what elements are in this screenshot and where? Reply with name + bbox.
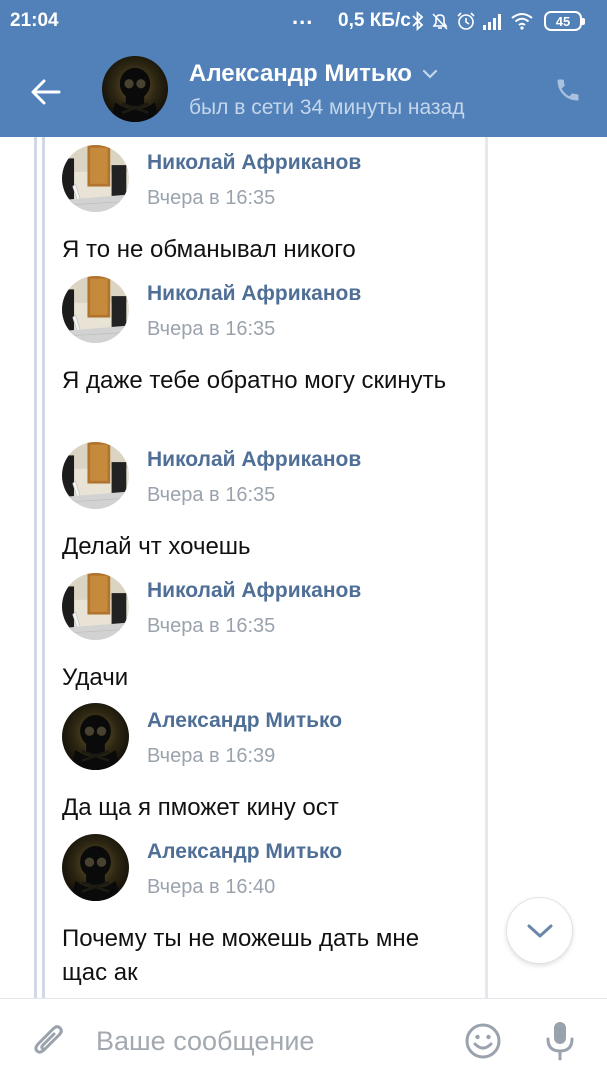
message-time: Вчера в 16:35 [147, 318, 276, 340]
message-text: Делай чт хочешь [62, 533, 251, 560]
last-seen-status: был в сети 34 минуты назад [189, 96, 465, 119]
forwarded-indicator [34, 137, 45, 998]
message-author[interactable]: Николай Африканов [147, 151, 361, 175]
battery-icon: 45 [544, 11, 585, 31]
message-text: Я даже тебе обратно могу скинуть [62, 367, 447, 394]
message-divider [485, 137, 488, 998]
emoji-icon [465, 1023, 501, 1059]
alarm-icon [457, 12, 475, 30]
message-time: Вчера в 16:40 [147, 876, 276, 898]
avatar[interactable] [62, 834, 129, 901]
attach-button[interactable] [28, 1019, 70, 1063]
message-time: Вчера в 16:35 [147, 615, 276, 637]
scroll-to-bottom-button[interactable] [506, 897, 573, 964]
call-button[interactable] [548, 70, 588, 110]
avatar[interactable] [62, 703, 129, 770]
chevron-down-icon [527, 924, 552, 937]
bluetooth-icon [412, 11, 424, 31]
message-list[interactable]: Николай Африканов Вчера в 16:35 Я то не … [0, 137, 607, 998]
signal-icon [483, 14, 501, 30]
message-input[interactable] [96, 1019, 436, 1063]
status-dots: ... [292, 4, 314, 29]
back-arrow-icon [31, 79, 61, 105]
message-time: Вчера в 16:35 [147, 484, 276, 506]
message-time: Вчера в 16:35 [147, 187, 276, 209]
message-composer [0, 998, 607, 1080]
status-icons: 45 [412, 8, 585, 34]
avatar[interactable] [62, 573, 129, 640]
message-text: Я то не обманывал никого [62, 236, 356, 263]
message-author[interactable]: Николай Африканов [147, 282, 361, 306]
status-time: 21:04 [10, 10, 59, 31]
message-text: Да ща я пможет кину ост [62, 794, 339, 821]
contact-name[interactable]: Александр Митько [189, 60, 438, 88]
back-button[interactable] [24, 70, 68, 114]
network-speed: 0,5 КБ/с [338, 10, 411, 31]
mute-icon [432, 13, 448, 30]
status-bar: 21:04 ... 0,5 КБ/с 45 [0, 0, 607, 42]
avatar[interactable] [62, 276, 129, 343]
chevron-down-icon [422, 69, 438, 79]
battery-level: 45 [555, 13, 571, 29]
paperclip-icon [34, 1025, 63, 1054]
avatar[interactable] [62, 145, 129, 212]
message-author[interactable]: Александр Митько [147, 840, 342, 864]
phone-icon [557, 79, 579, 101]
contact-name-label: Александр Митько [189, 60, 412, 87]
message-text: Почему ты не можешь дать мне щас ак [62, 925, 420, 986]
voice-message-button[interactable] [539, 1017, 581, 1065]
message-author[interactable]: Николай Африканов [147, 448, 361, 472]
contact-avatar[interactable] [102, 56, 168, 122]
wifi-icon [511, 13, 533, 30]
emoji-button[interactable] [462, 1019, 504, 1063]
message-author[interactable]: Александр Митько [147, 709, 342, 733]
message-text: Удачи [62, 664, 129, 691]
message-author[interactable]: Николай Африканов [147, 579, 361, 603]
avatar[interactable] [62, 442, 129, 509]
top-bar: 21:04 ... 0,5 КБ/с 45 Александр Митько б… [0, 0, 607, 137]
message-time: Вчера в 16:39 [147, 745, 276, 767]
microphone-icon [546, 1022, 574, 1061]
